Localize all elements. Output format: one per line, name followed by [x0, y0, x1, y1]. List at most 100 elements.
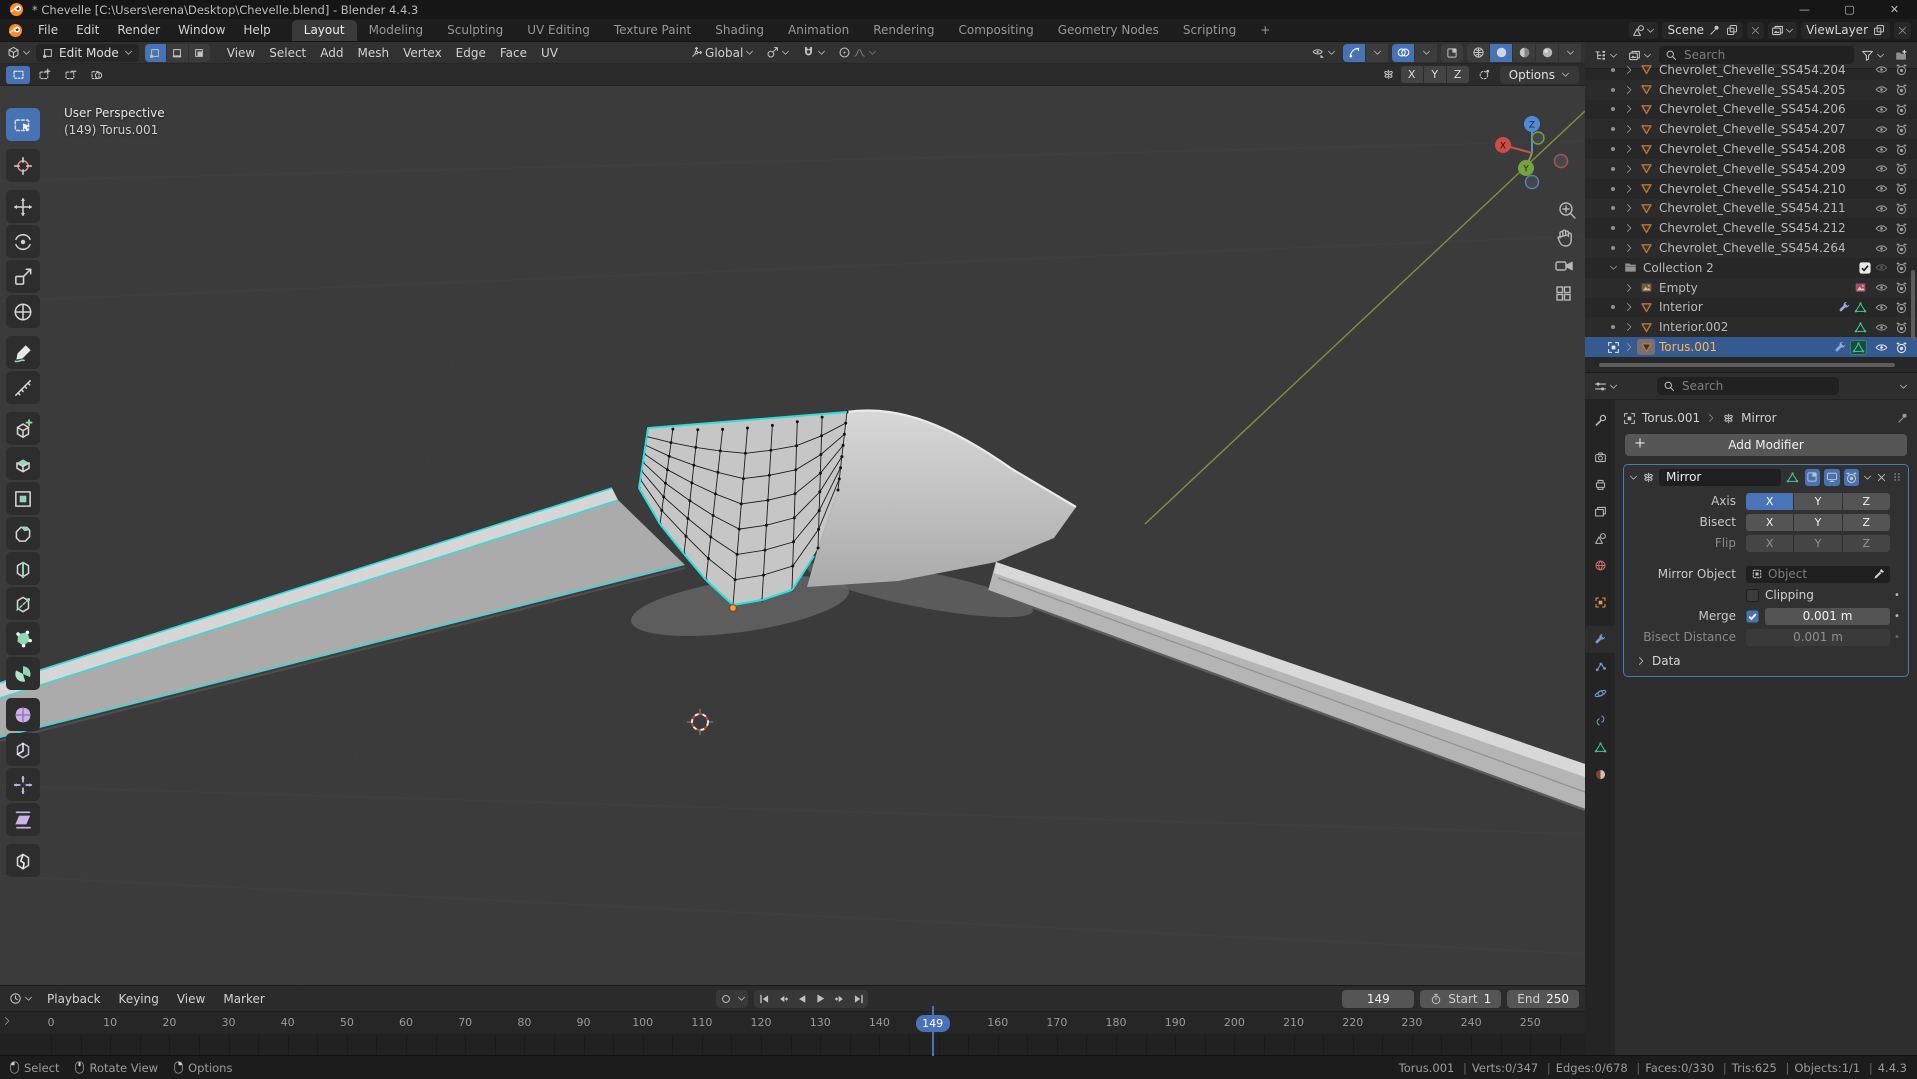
show-gizmo-visibility-dropdown[interactable] — [1309, 44, 1339, 62]
disable-render-camera-icon[interactable] — [1891, 222, 1911, 235]
tool-options-dropdown[interactable]: Options — [1499, 65, 1579, 84]
expand-chevron-icon[interactable] — [1621, 124, 1637, 134]
timeline-expand-icon[interactable] — [2, 1016, 12, 1026]
play-button[interactable] — [811, 990, 830, 1008]
hide-eye-icon[interactable] — [1871, 321, 1891, 334]
blender-menu-icon[interactable] — [8, 23, 23, 38]
row-label[interactable]: Chevrolet_Chevelle_SS454.205 — [1659, 83, 1867, 97]
viewport-menu-view[interactable]: View — [220, 46, 262, 60]
frame-end-field[interactable]: End 250 — [1507, 989, 1579, 1008]
expand-chevron-icon[interactable] — [1621, 322, 1637, 332]
outliner-row[interactable]: Chevrolet_Chevelle_SS454.207 — [1585, 119, 1917, 139]
properties-search-input[interactable] — [1680, 378, 1833, 394]
collection-checkbox[interactable] — [1859, 262, 1871, 274]
expand-chevron-icon[interactable] — [1621, 104, 1637, 114]
tool-annotate[interactable] — [6, 336, 40, 369]
tool-shrink-fatten[interactable] — [6, 768, 40, 801]
viewlayer-selector[interactable]: ViewLayer — [1801, 21, 1890, 39]
scene-delete-button[interactable] — [1747, 21, 1765, 39]
tool-select-box[interactable] — [6, 108, 40, 141]
select-option-extend[interactable] — [32, 66, 56, 84]
properties-tab-object[interactable] — [1585, 589, 1615, 616]
timeline-menu-keying[interactable]: Keying — [110, 992, 168, 1006]
viewport-menu-face[interactable]: Face — [493, 46, 534, 60]
viewlayer-browse-button[interactable] — [1768, 21, 1798, 39]
breadcrumb-object[interactable]: Torus.001 — [1642, 411, 1700, 425]
hide-eye-icon[interactable] — [1871, 301, 1891, 314]
eyedropper-icon[interactable] — [1873, 568, 1885, 580]
tool-move[interactable] — [6, 190, 40, 223]
row-label[interactable]: Chevrolet_Chevelle_SS454.204 — [1659, 63, 1867, 77]
next-keyframe-button[interactable] — [830, 990, 849, 1008]
properties-tab-render[interactable] — [1585, 444, 1615, 471]
select-option-intersect[interactable] — [84, 66, 108, 84]
face-select-mode-button[interactable] — [188, 43, 210, 62]
outliner-row[interactable]: Interior — [1585, 298, 1917, 318]
material-preview-shading-button[interactable] — [1513, 43, 1535, 62]
hide-eye-icon[interactable] — [1871, 63, 1891, 76]
camera-view-icon[interactable] — [1555, 261, 1573, 271]
jump-to-start-button[interactable] — [754, 990, 773, 1008]
vertex-select-mode-button[interactable] — [144, 43, 166, 62]
properties-tab-data[interactable] — [1585, 734, 1615, 761]
tab-uv-editing[interactable]: UV Editing — [515, 20, 602, 41]
wireframe-shading-button[interactable] — [1467, 43, 1489, 62]
rendered-shading-button[interactable] — [1536, 43, 1558, 62]
pan-view-hand-icon[interactable] — [1557, 229, 1572, 247]
tool-cursor[interactable] — [6, 149, 40, 182]
render-display-toggle[interactable] — [1843, 468, 1859, 486]
timeline-menu-view[interactable]: View — [168, 992, 214, 1006]
mirror-axis-y[interactable]: Y — [1423, 66, 1446, 83]
outliner-vertical-scrollbar[interactable] — [1911, 270, 1915, 340]
tool-smooth[interactable] — [6, 698, 40, 731]
disable-render-camera-icon[interactable] — [1891, 242, 1911, 255]
expand-chevron-icon[interactable] — [1621, 283, 1637, 293]
outliner-row[interactable]: Chevrolet_Chevelle_SS454.206 — [1585, 100, 1917, 120]
disable-render-camera-icon[interactable] — [1891, 341, 1911, 354]
close-button[interactable]: ✕ — [1872, 0, 1917, 19]
add-modifier-button[interactable]: Add Modifier — [1625, 434, 1907, 456]
bisect-y-button[interactable]: Y — [1794, 513, 1842, 531]
tool-shear[interactable] — [6, 803, 40, 836]
tab-modeling[interactable]: Modeling — [357, 20, 436, 41]
disable-render-camera-icon[interactable] — [1891, 202, 1911, 215]
tool-add-cube[interactable] — [6, 412, 40, 445]
bisect-x-button[interactable]: X — [1746, 513, 1794, 531]
row-label[interactable]: Collection 2 — [1643, 261, 1855, 275]
xray-toggle[interactable] — [1441, 43, 1463, 62]
properties-tab-tool[interactable] — [1585, 407, 1615, 434]
expand-chevron-icon[interactable] — [1621, 342, 1637, 352]
tool-poly-build[interactable] — [6, 622, 40, 655]
flip-x-button[interactable]: X — [1746, 534, 1794, 552]
current-frame-field[interactable]: 149 — [1342, 989, 1415, 1008]
outliner-row[interactable]: Chevrolet_Chevelle_SS454.210 — [1585, 179, 1917, 199]
row-label[interactable]: Chevrolet_Chevelle_SS454.264 — [1659, 241, 1867, 255]
tab-compositing[interactable]: Compositing — [946, 20, 1045, 41]
axis-x-button[interactable]: X — [1746, 492, 1794, 510]
snap-base-icon[interactable] — [1475, 66, 1494, 84]
row-label[interactable]: Chevrolet_Chevelle_SS454.206 — [1659, 102, 1867, 116]
row-label[interactable]: Torus.001 — [1659, 340, 1834, 354]
tool-bevel[interactable] — [6, 517, 40, 550]
hide-eye-icon[interactable] — [1871, 162, 1891, 175]
disable-render-camera-icon[interactable] — [1891, 321, 1911, 334]
disable-render-camera-icon[interactable] — [1891, 123, 1911, 136]
properties-tab-constraints[interactable] — [1585, 707, 1615, 734]
gizmo-minus-x[interactable] — [1553, 153, 1569, 169]
menu-edit[interactable]: Edit — [67, 23, 108, 37]
disable-render-camera-icon[interactable] — [1891, 261, 1911, 274]
edit-mode-display-toggle[interactable] — [1785, 469, 1801, 486]
new-collection-button[interactable] — [1892, 46, 1911, 64]
merge-checkbox[interactable] — [1746, 609, 1759, 623]
row-label[interactable]: Chevrolet_Chevelle_SS454.212 — [1659, 221, 1867, 235]
outliner-row[interactable]: Chevrolet_Chevelle_SS454.264 — [1585, 238, 1917, 258]
viewport-menu-uv[interactable]: UV — [534, 46, 565, 60]
row-label[interactable]: Interior.002 — [1659, 320, 1854, 334]
hide-eye-icon[interactable] — [1871, 341, 1891, 354]
disable-render-camera-icon[interactable] — [1891, 63, 1911, 76]
select-option-subtract[interactable] — [58, 66, 82, 84]
play-reverse-button[interactable] — [792, 990, 811, 1008]
duplicate-scene-icon[interactable] — [1726, 24, 1738, 36]
solid-shading-button[interactable] — [1490, 43, 1512, 62]
disable-render-camera-icon[interactable] — [1891, 182, 1911, 195]
